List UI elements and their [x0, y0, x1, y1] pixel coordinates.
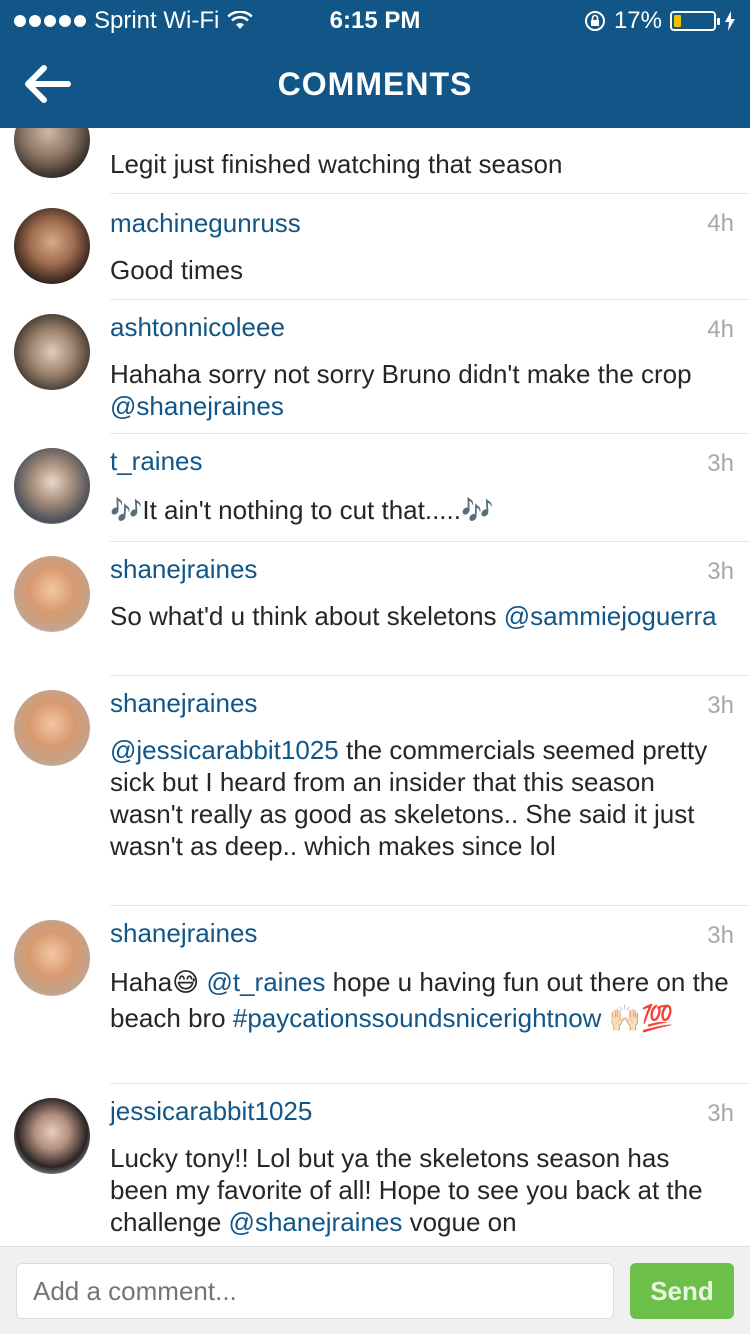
- rotation-lock-icon: [584, 11, 605, 31]
- comment-username[interactable]: shanejraines: [110, 918, 257, 949]
- battery-percent: 17%: [613, 7, 662, 34]
- comment-username[interactable]: t_raines: [110, 446, 203, 477]
- status-bar: Sprint Wi-Fi 6:15 PM 17%: [0, 0, 750, 40]
- comment-item: shanejraines 3h @jessicarabbit1025 the c…: [0, 676, 750, 906]
- comment-item: t_raines 3h 🎶It ain't nothing to cut tha…: [0, 434, 750, 542]
- comment-username[interactable]: machinegunruss: [110, 208, 301, 239]
- comment-text-segment: 🎶It ain't nothing to cut that.....🎶: [110, 495, 494, 525]
- mention-link[interactable]: @jessicarabbit1025: [110, 735, 339, 765]
- comment-text: 🎶It ain't nothing to cut that.....🎶: [110, 494, 730, 526]
- comment-time: 4h: [707, 316, 734, 343]
- charging-bolt-icon: [725, 11, 735, 31]
- comment-text: Hahaha sorry not sorry Bruno didn't make…: [110, 358, 730, 422]
- comment-item: machinegunruss 4h Good times: [0, 194, 750, 300]
- comment-input[interactable]: [16, 1263, 614, 1319]
- avatar[interactable]: [14, 920, 90, 996]
- battery-icon: [670, 11, 720, 31]
- mention-link[interactable]: @shanejraines: [229, 1207, 403, 1237]
- comment-item: shanejraines 3h So what'd u think about …: [0, 542, 750, 676]
- battery-group: 17%: [584, 7, 736, 35]
- comment-text: So what'd u think about skeletons @sammi…: [110, 600, 730, 632]
- mention-link[interactable]: @t_raines: [206, 967, 325, 997]
- comment-composer: Send: [0, 1246, 750, 1334]
- comment-text: Haha😅 @t_raines hope u having fun out th…: [110, 964, 730, 1036]
- comment-item: ashtonnicoleee 4h Hahaha sorry not sorry…: [0, 300, 750, 434]
- avatar[interactable]: [14, 556, 90, 632]
- nav-bar: COMMENTS: [0, 40, 750, 128]
- comment-username[interactable]: jessicarabbit1025: [110, 1096, 312, 1127]
- comment-username[interactable]: shanejraines: [110, 554, 257, 585]
- comment-username[interactable]: shanejraines: [110, 688, 257, 719]
- top-bar: Sprint Wi-Fi 6:15 PM 17% COMMENTS: [0, 0, 750, 128]
- comment-text: Lucky tony!! Lol but ya the skeletons se…: [110, 1142, 730, 1238]
- avatar[interactable]: [14, 448, 90, 524]
- avatar[interactable]: [14, 314, 90, 390]
- comment-text-segment: 🙌🏻💯: [601, 1003, 674, 1033]
- comment-text-segment: Hahaha sorry not sorry Bruno didn't make…: [110, 359, 692, 389]
- avatar[interactable]: [14, 208, 90, 284]
- page-title: COMMENTS: [277, 66, 473, 102]
- comment-time: 3h: [707, 450, 734, 477]
- comment-text-segment: vogue on: [402, 1207, 517, 1237]
- comment-item: jessicarabbit1025 3h Lucky tony!! Lol bu…: [0, 1084, 750, 1246]
- comment-text-segment: So what'd u think about skeletons: [110, 601, 504, 631]
- mention-link[interactable]: @shanejraines: [110, 391, 284, 421]
- comment-time: 3h: [707, 558, 734, 585]
- comment-text-segment: Haha😅: [110, 967, 207, 997]
- comment-item: shanejraines 3h Haha😅 @t_raines hope u h…: [0, 906, 750, 1084]
- comment-text: @jessicarabbit1025 the commercials seeme…: [110, 734, 730, 862]
- avatar[interactable]: [14, 690, 90, 766]
- comment-text-segment: Good times: [110, 255, 243, 285]
- avatar[interactable]: [14, 1098, 90, 1174]
- comment-list[interactable]: Legit just finished watching that season…: [0, 128, 750, 1246]
- comment-text: Legit just finished watching that season: [110, 148, 730, 180]
- comment-time: 3h: [707, 922, 734, 949]
- hashtag-link[interactable]: #paycationssoundsnicerightnow: [233, 1003, 602, 1033]
- comment-time: 3h: [707, 1100, 734, 1127]
- mention-link[interactable]: @sammiejoguerra: [504, 601, 717, 631]
- comment-time: 3h: [707, 692, 734, 719]
- comment-text-segment: Legit just finished watching that season: [110, 149, 563, 179]
- comment-text: Good times: [110, 254, 730, 286]
- send-button[interactable]: Send: [630, 1263, 734, 1319]
- avatar[interactable]: [14, 128, 90, 178]
- comment-item: Legit just finished watching that season: [0, 128, 750, 194]
- comment-username[interactable]: ashtonnicoleee: [110, 312, 285, 343]
- comment-time: 4h: [707, 210, 734, 237]
